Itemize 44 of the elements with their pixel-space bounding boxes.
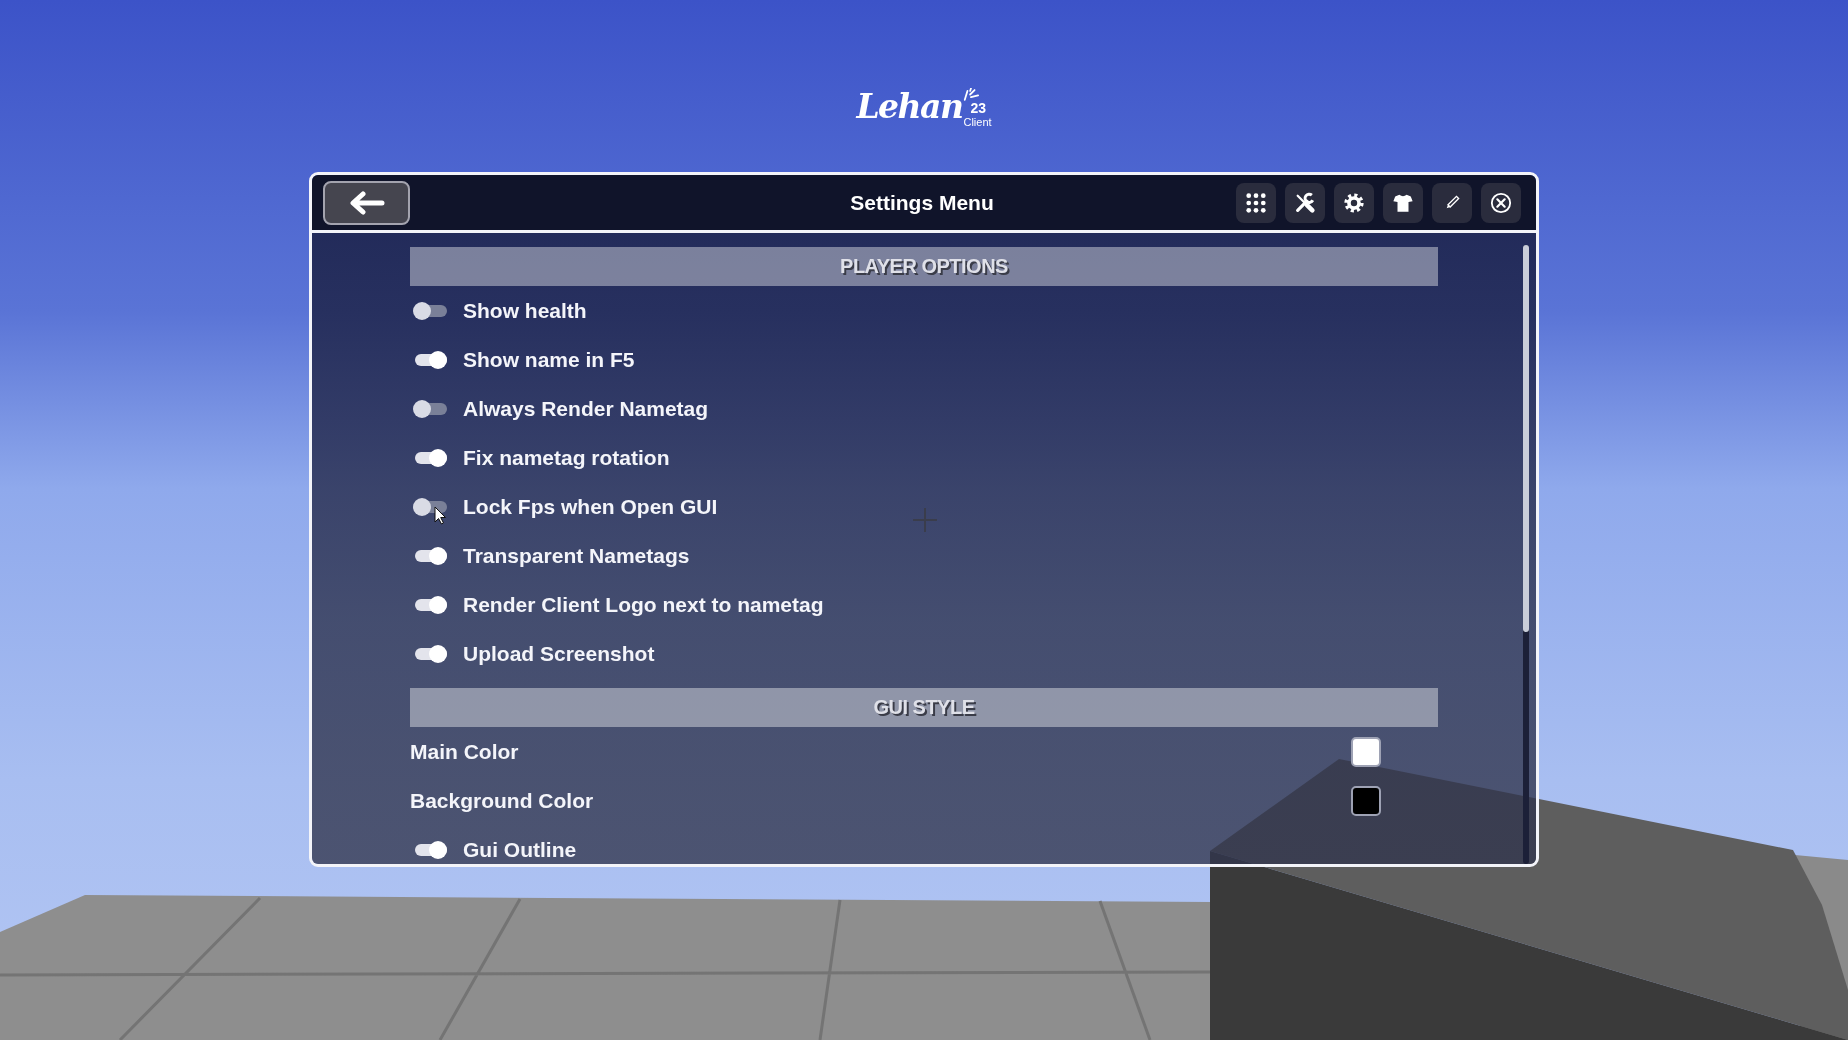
color-swatch[interactable] [1351, 736, 1381, 767]
setting-label: Always Render Nametag [463, 396, 709, 421]
toggle-switch[interactable] [413, 301, 447, 320]
shirt-button[interactable] [1383, 182, 1423, 223]
scrollbar-track[interactable] [1523, 245, 1529, 864]
close-icon [1490, 191, 1512, 214]
grid-button[interactable] [1236, 182, 1276, 223]
sparkle-icon [963, 88, 980, 101]
toggle-switch[interactable] [413, 350, 447, 369]
section-header: GUI STYLE [410, 688, 1438, 727]
toggle-switch[interactable] [413, 840, 447, 859]
grid-icon [1246, 192, 1266, 213]
settings-button[interactable] [1334, 182, 1374, 223]
toggle-switch[interactable] [413, 595, 447, 614]
tools-button[interactable] [1285, 182, 1325, 223]
color-swatch[interactable] [1351, 785, 1381, 816]
toggle-switch[interactable] [413, 399, 447, 418]
toggle-switch[interactable] [413, 546, 447, 565]
setting-label: Lock Fps when Open GUI [463, 494, 718, 519]
cursor-icon [434, 506, 447, 525]
setting-label: Main Color [410, 739, 519, 764]
setting-label: Upload Screenshot [463, 641, 655, 666]
setting-label: Show health [463, 298, 587, 323]
toggle-switch[interactable] [413, 644, 447, 663]
logo-subtitle: Client [963, 116, 992, 129]
logo-text: Lehan [856, 90, 963, 123]
setting-label: Show name in F5 [463, 347, 635, 372]
close-button[interactable] [1481, 182, 1521, 223]
setting-label: Background Color [410, 788, 594, 813]
section-header: PLAYER OPTIONS [410, 247, 1438, 286]
logo-number: 23 [970, 101, 987, 115]
setting-label: Fix nametag rotation [463, 445, 670, 470]
settings-icon [1343, 191, 1365, 214]
edit-button[interactable] [1432, 182, 1472, 223]
tools-icon [1294, 191, 1316, 214]
crosshair-icon [913, 508, 937, 532]
setting-label: Transparent Nametags [463, 543, 690, 568]
setting-label: Render Client Logo next to nametag [463, 592, 824, 617]
window-title: Settings Menu [850, 190, 994, 215]
toggle-switch[interactable] [413, 497, 447, 516]
scrollbar-thumb[interactable] [1523, 245, 1529, 632]
back-button[interactable] [323, 180, 410, 225]
setting-label: Gui Outline [463, 837, 577, 862]
toggle-switch[interactable] [413, 448, 447, 467]
